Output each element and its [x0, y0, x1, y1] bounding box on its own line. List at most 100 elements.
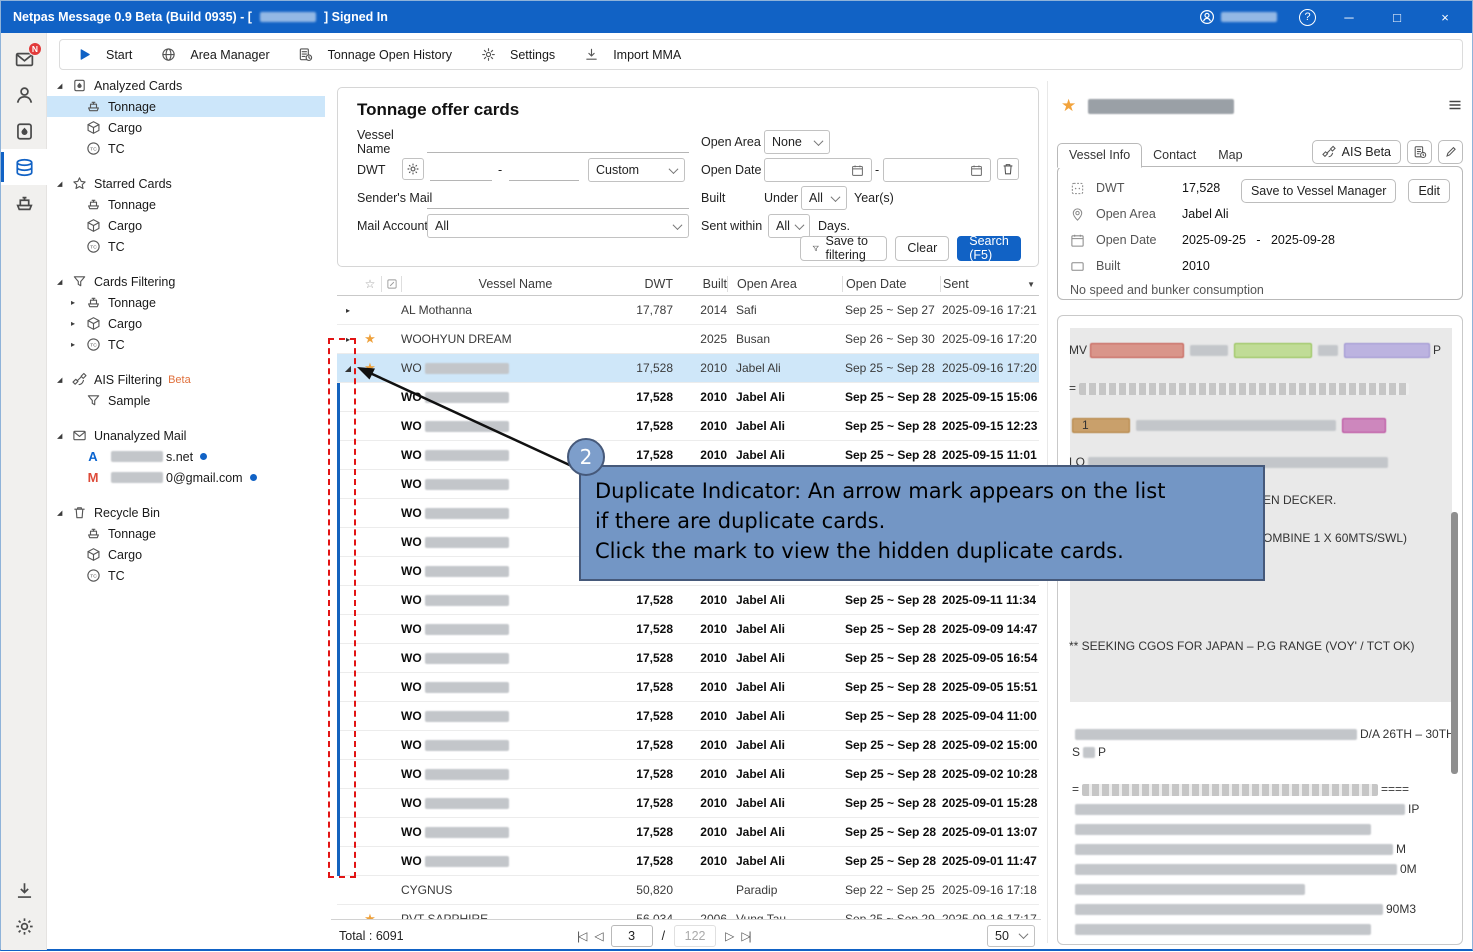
tree-expanded-icon[interactable]: ◢ [57, 82, 71, 90]
current-page-input[interactable]: 3 [611, 925, 653, 947]
sidebar-item-cargo[interactable]: Cargo [47, 544, 325, 565]
mail-nav-icon[interactable]: N [1, 41, 47, 77]
table-row[interactable]: WO17,5282010Jabel AliSep 25 ~ Sep 282025… [337, 731, 1039, 760]
tree-expanded-icon[interactable]: ◢ [57, 376, 71, 384]
table-row[interactable]: WO17,5282010Jabel AliSep 25 ~ Sep 282025… [337, 818, 1039, 847]
contacts-nav-icon[interactable] [1, 77, 47, 113]
sidebar-item-cargo[interactable]: ▸Cargo [47, 313, 325, 334]
expand-collapsed-icon[interactable]: ▸ [337, 306, 359, 315]
clear-button[interactable]: Clear [895, 236, 949, 261]
sidebar-section-starred-cards[interactable]: ◢Starred Cards [47, 173, 325, 194]
edit-button[interactable]: Edit [1408, 179, 1450, 203]
col-vessel-name[interactable]: Vessel Name [401, 276, 629, 292]
sidebar-item-cargo[interactable]: Cargo [47, 215, 325, 236]
open-date-to-input[interactable] [883, 158, 991, 182]
import-nav-icon[interactable] [1, 872, 47, 908]
table-row[interactable]: ▸AL Mothanna17,7872014SafiSep 25 ~ Sep 2… [337, 296, 1039, 325]
sidebar-item-tonnage[interactable]: ▸Tonnage [47, 292, 325, 313]
dwt-preset-select[interactable]: Custom [588, 158, 685, 182]
table-row[interactable]: ▸★WOOHYUN DREAM2025BusanSep 26 ~ Sep 302… [337, 325, 1039, 354]
tree-collapsed-icon[interactable]: ▸ [71, 319, 85, 328]
last-page-button[interactable]: ▷| [741, 929, 749, 943]
table-row[interactable]: ◢★WO17,5282010Jabel AliSep 25 ~ Sep 2820… [337, 354, 1039, 383]
tree-expanded-icon[interactable]: ◢ [57, 278, 71, 286]
row-star-icon[interactable]: ★ [359, 331, 381, 347]
sidebar-section-ais-filtering[interactable]: ◢AIS FilteringBeta [47, 369, 325, 390]
sidebar-section-recycle-bin[interactable]: ◢Recycle Bin [47, 502, 325, 523]
close-button[interactable]: × [1430, 10, 1460, 25]
col-open-area[interactable]: Open Area [727, 276, 842, 292]
toolbar-start[interactable]: Start [76, 47, 132, 63]
ship-nav-icon[interactable] [1, 185, 47, 221]
settings-nav-icon[interactable] [1, 908, 47, 944]
sidebar-item-s-net[interactable]: As.net [47, 446, 325, 467]
table-row[interactable]: WO17,5282010Jabel AliSep 25 ~ Sep 282025… [337, 383, 1039, 412]
help-button[interactable]: ? [1299, 9, 1316, 26]
table-row[interactable]: WO17,5282010Jabel AliSep 25 ~ Sep 282025… [337, 615, 1039, 644]
sidebar-item-tc[interactable]: ▸TCTC [47, 334, 325, 355]
sidebar-item-tonnage[interactable]: Tonnage [47, 194, 325, 215]
table-row[interactable]: WO17,5282010Jabel AliSep 25 ~ Sep 282025… [337, 760, 1039, 789]
row-star-icon[interactable]: ★ [359, 360, 381, 376]
table-header[interactable]: ☆ Vessel Name DWT Built Open Area Open D… [337, 273, 1039, 296]
open-history-button[interactable] [1407, 140, 1432, 164]
toolbar-settings[interactable]: Settings [480, 47, 555, 63]
mail-account-select[interactable]: All [427, 214, 689, 238]
expand-expanded-icon[interactable]: ◢ [337, 364, 359, 373]
tree-expanded-icon[interactable]: ◢ [57, 509, 71, 517]
email-content-panel[interactable]: MVP = 1 LO EN DECKER. OMBINE 1 X 60MTS/S… [1057, 315, 1463, 945]
star-icon[interactable]: ★ [1061, 96, 1076, 116]
search-button[interactable]: Search (F5) [957, 236, 1021, 261]
prev-page-button[interactable]: ◁ [594, 929, 601, 943]
sent-within-select[interactable]: All [768, 214, 810, 238]
first-page-button[interactable]: |◁ [577, 929, 585, 943]
col-open-date[interactable]: Open Date [842, 276, 940, 292]
tab-map[interactable]: Map [1207, 144, 1253, 167]
toolbar-tonnage-open-history[interactable]: Tonnage Open History [298, 47, 452, 63]
sidebar-item-tonnage[interactable]: Tonnage [47, 523, 325, 544]
col-built[interactable]: Built [673, 276, 727, 292]
built-select[interactable]: All [801, 186, 847, 210]
save-to-vessel-manager-button[interactable]: Save to Vessel Manager [1241, 179, 1397, 203]
table-row[interactable]: WO17,5282010Jabel AliSep 25 ~ Sep 282025… [337, 789, 1039, 818]
tab-contact[interactable]: Contact [1142, 144, 1207, 167]
memo-column-header[interactable] [381, 276, 401, 292]
open-date-clear-button[interactable] [997, 158, 1019, 180]
sidebar-item-tc[interactable]: TCTC [47, 138, 325, 159]
table-row[interactable]: WO17,5282010Jabel AliSep 25 ~ Sep 282025… [337, 412, 1039, 441]
col-dwt[interactable]: DWT [629, 276, 673, 292]
table-row[interactable]: ★PVT SAPPHIRE56,0342006Vung TauSep 25 ~ … [337, 905, 1039, 919]
tree-collapsed-icon[interactable]: ▸ [71, 340, 85, 349]
sidebar-item-tonnage[interactable]: Tonnage [47, 96, 325, 117]
toolbar-import-mma[interactable]: Import MMA [583, 47, 681, 63]
ais-beta-button[interactable]: AIS Beta [1312, 140, 1401, 164]
cards-nav-icon[interactable] [1, 113, 47, 149]
tree-expanded-icon[interactable]: ◢ [57, 432, 71, 440]
email-scrollbar[interactable] [1451, 512, 1458, 774]
table-row[interactable]: WO17,5282010Jabel AliSep 25 ~ Sep 282025… [337, 673, 1039, 702]
menu-icon[interactable] [1447, 97, 1463, 116]
next-page-button[interactable]: ▷ [725, 929, 732, 943]
sidebar-section-analyzed-cards[interactable]: ◢Analyzed Cards [47, 75, 325, 96]
table-row[interactable]: WO17,5282010Jabel AliSep 25 ~ Sep 282025… [337, 644, 1039, 673]
row-star-icon[interactable]: ★ [359, 911, 381, 919]
save-to-filtering-button[interactable]: Save to filtering [800, 236, 887, 261]
table-row[interactable]: WO17,5282010Jabel AliSep 25 ~ Sep 282025… [337, 847, 1039, 876]
table-row[interactable]: WO17,5282010Jabel AliSep 25 ~ Sep 282025… [337, 586, 1039, 615]
table-row[interactable]: CYGNUS50,820ParadipSep 22 ~ Sep 252025-0… [337, 876, 1039, 905]
open-date-from-input[interactable] [764, 158, 872, 182]
tree-collapsed-icon[interactable]: ▸ [71, 298, 85, 307]
sidebar-item-tc[interactable]: TCTC [47, 236, 325, 257]
maximize-button[interactable]: □ [1382, 10, 1412, 25]
edit-card-button[interactable] [1438, 140, 1463, 164]
tree-expanded-icon[interactable]: ◢ [57, 180, 71, 188]
sidebar-item-0-gmail-com[interactable]: M0@gmail.com [47, 467, 325, 488]
col-sent[interactable]: Sent▼ [940, 276, 1039, 292]
dwt-max-input[interactable] [509, 158, 579, 181]
expand-collapsed-icon[interactable]: ▸ [337, 335, 359, 344]
page-size-select[interactable]: 50 [987, 925, 1035, 947]
sidebar-item-tc[interactable]: TCTC [47, 565, 325, 586]
star-column-header[interactable]: ☆ [359, 276, 381, 292]
sidebar-item-cargo[interactable]: Cargo [47, 117, 325, 138]
toolbar-area-manager[interactable]: Area Manager [160, 47, 269, 63]
